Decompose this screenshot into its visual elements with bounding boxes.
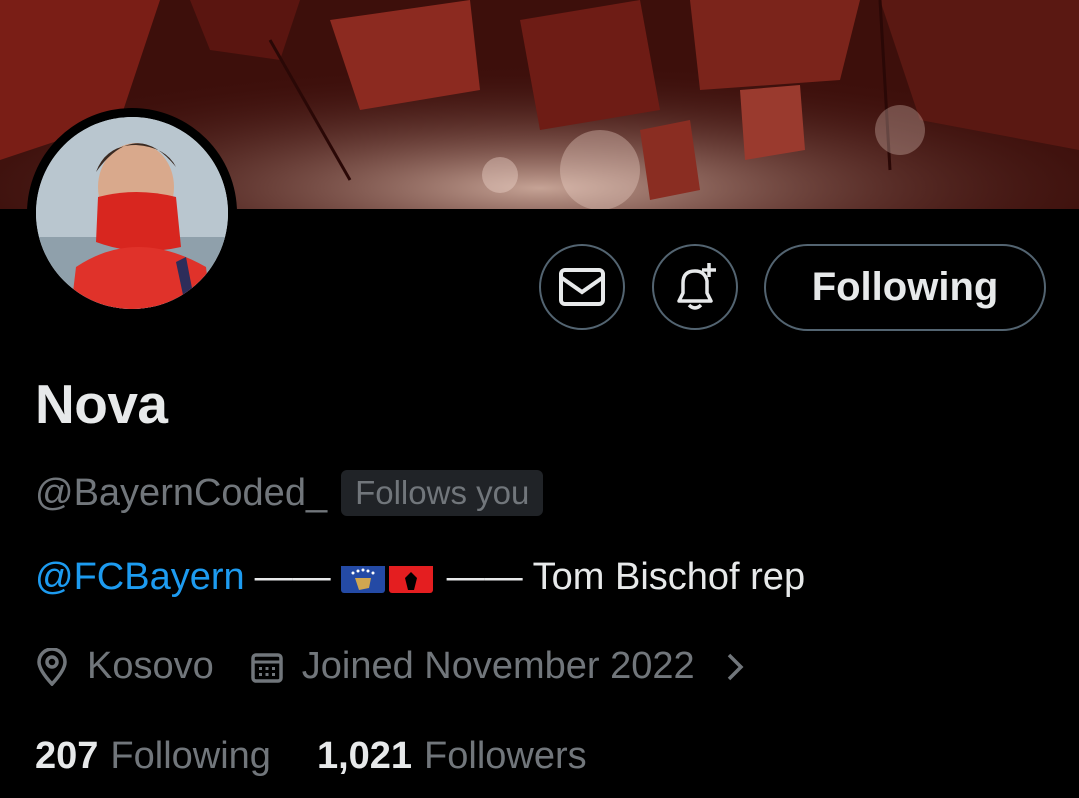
envelope-icon [559,268,605,306]
bio-dash: —— [254,556,331,598]
followers-label: Followers [424,735,587,777]
chevron-right-icon[interactable] [725,652,745,682]
profile-handle: @BayernCoded_ [35,471,328,514]
profile-location: Kosovo [87,645,214,687]
profile-stats: 207 Following 1,021 Followers [35,735,587,778]
bio-text: Tom Bischof rep [532,556,806,598]
albania-flag-icon [388,563,433,593]
profile-joined: Joined November 2022 [301,645,695,687]
calendar-icon [250,650,284,684]
location-pin-icon [35,647,69,686]
message-button[interactable] [539,244,625,330]
bell-plus-icon [677,263,716,310]
followers-count: 1,021 [316,735,413,777]
avatar[interactable] [36,117,228,309]
profile-bio: @FCBayern —— —— Tom Bischof rep [35,556,805,599]
profile-name: Nova [35,373,168,435]
kosovo-flag-icon [340,563,385,593]
following-label: Following [110,735,271,777]
bio-mention-link[interactable]: @FCBayern [35,556,245,599]
bio-dash: —— [446,556,523,598]
following-button[interactable]: Following [764,244,1046,331]
profile-meta: Kosovo Joined November 2022 [35,645,745,688]
following-stat[interactable]: 207 Following [35,735,271,778]
follows-you-badge: Follows you [341,470,544,516]
notify-button[interactable] [652,244,738,330]
followers-stat[interactable]: 1,021 Followers [317,735,587,778]
handle-row: @BayernCoded_ Follows you [35,470,544,516]
following-count: 207 [35,735,99,777]
